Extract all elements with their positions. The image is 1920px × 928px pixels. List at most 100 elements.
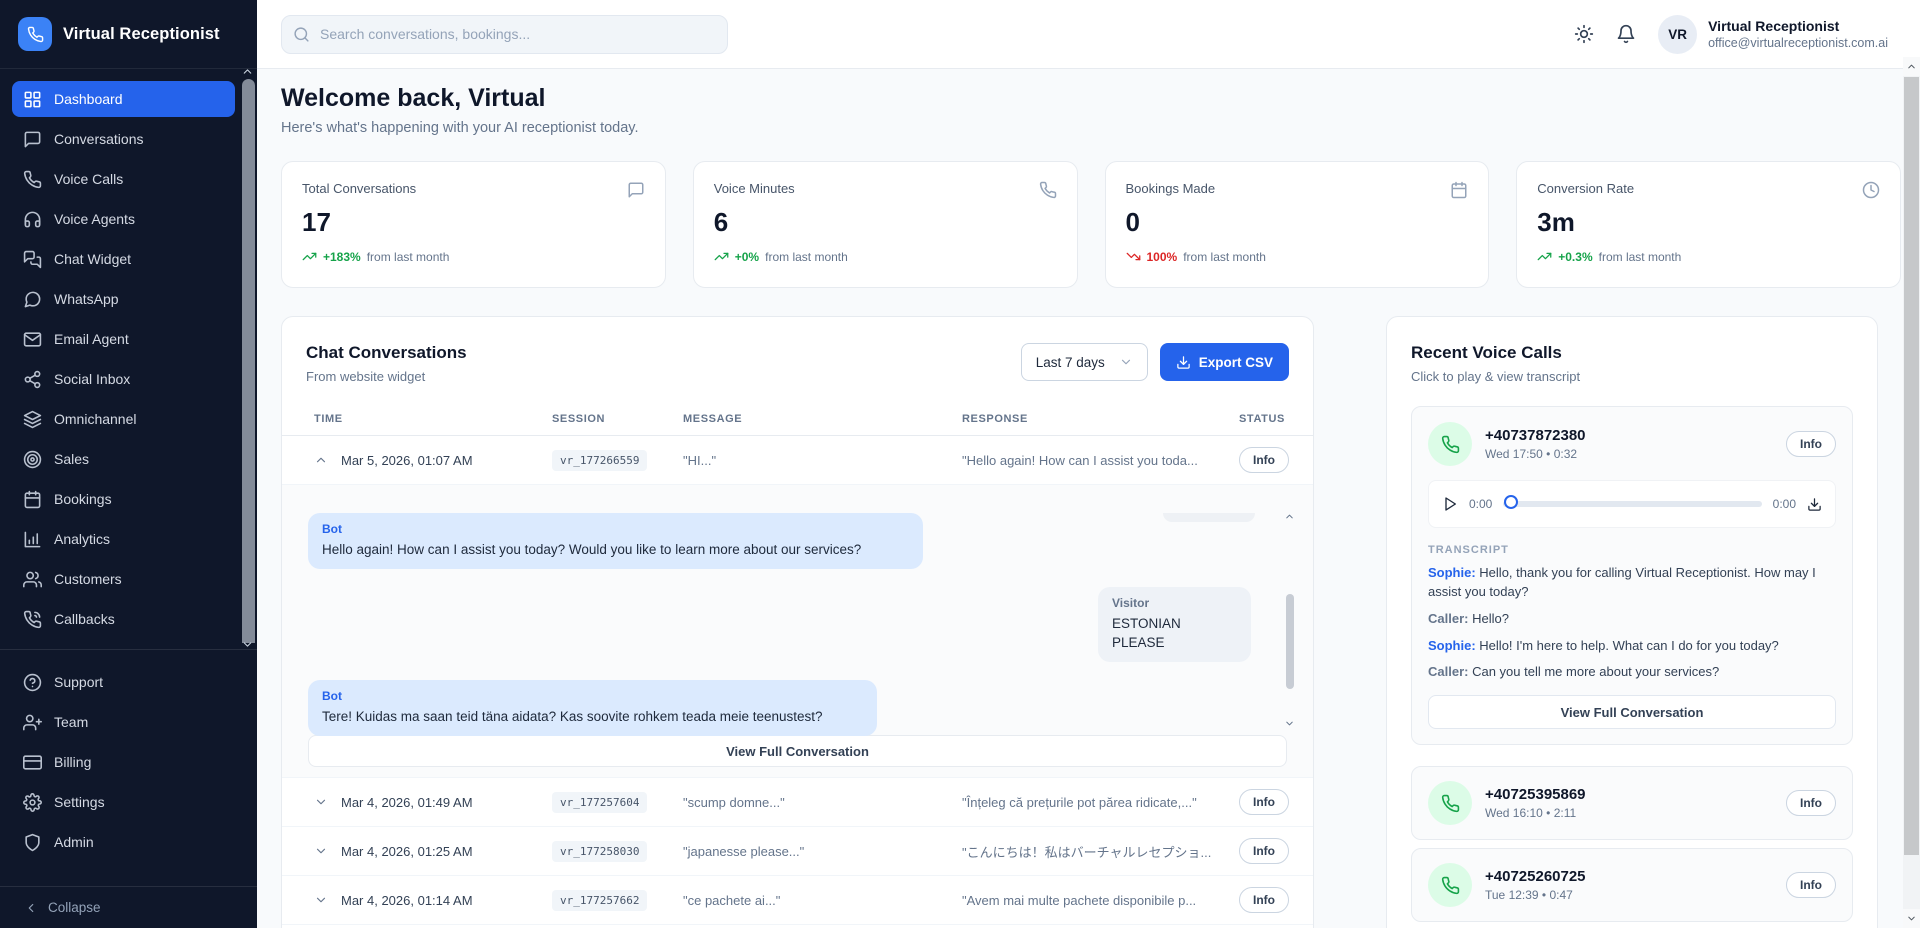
sidebar-item-team[interactable]: Team — [12, 704, 235, 740]
view-full-conversation-button[interactable]: View Full Conversation — [308, 735, 1287, 767]
date-range-select[interactable]: Last 7 days — [1021, 343, 1148, 381]
sidebar-header: Virtual Receptionist — [0, 0, 257, 69]
stat-label: Bookings Made — [1126, 181, 1469, 196]
page-subtitle: Here's what's happening with your AI rec… — [281, 120, 1903, 136]
info-button[interactable]: Info — [1239, 789, 1289, 815]
sidebar-item-social-inbox[interactable]: Social Inbox — [12, 361, 235, 397]
shield-icon — [23, 833, 42, 852]
sidebar-item-callbacks[interactable]: Callbacks — [12, 601, 235, 637]
search-input[interactable] — [281, 15, 728, 54]
sidebar: Virtual Receptionist Dashboard Conversat… — [0, 0, 257, 928]
sidebar-item-conversations[interactable]: Conversations — [12, 121, 235, 157]
sidebar-item-whatsapp[interactable]: WhatsApp — [12, 281, 235, 317]
voice-call-card[interactable]: +40725260725 Tue 12:39 • 0:47 Info — [1411, 848, 1853, 922]
remaining-time: 0:00 — [1773, 497, 1796, 511]
sidebar-item-customers[interactable]: Customers — [12, 561, 235, 597]
info-button[interactable]: Info — [1239, 887, 1289, 913]
stat-delta-note: from last month — [765, 250, 848, 264]
view-full-conversation-button[interactable]: View Full Conversation — [1428, 695, 1836, 729]
conversation-scroll-area[interactable]: Bot Hello again! How can I assist you to… — [294, 513, 1301, 725]
page-scroll-up-button[interactable] — [1903, 57, 1920, 76]
user-menu[interactable]: VR Virtual Receptionist office@virtualre… — [1658, 15, 1888, 54]
sidebar-item-label: Conversations — [54, 131, 144, 147]
sidebar-item-billing[interactable]: Billing — [12, 744, 235, 780]
scroll-down-icon[interactable] — [1284, 718, 1295, 729]
stat-card-voice-minutes: Voice Minutes 6 +0% from last month — [693, 161, 1078, 288]
call-meta: Tue 12:39 • 0:47 — [1485, 888, 1586, 902]
sidebar-item-label: Admin — [54, 834, 94, 850]
stats-row: Total Conversations 17 +183% from last m… — [281, 161, 1901, 288]
trend-up-icon — [714, 249, 729, 264]
page-scroll-down-button[interactable] — [1903, 909, 1920, 928]
sidebar-item-settings[interactable]: Settings — [12, 784, 235, 820]
chevron-down-icon — [314, 893, 328, 907]
seek-slider[interactable] — [1503, 501, 1761, 507]
row-message: "ce pachete ai..." — [683, 893, 962, 908]
sidebar-scrollbar-thumb[interactable] — [242, 79, 255, 643]
sidebar-item-label: Customers — [54, 571, 122, 587]
stat-delta-note: from last month — [367, 250, 450, 264]
sidebar-item-email-agent[interactable]: Email Agent — [12, 321, 235, 357]
notifications-button[interactable] — [1616, 24, 1636, 44]
session-badge: vr_177258030 — [552, 841, 647, 862]
target-icon — [23, 450, 42, 469]
row-message: "japanesse please..." — [683, 844, 962, 859]
voice-call-card[interactable]: +40737872380 Wed 17:50 • 0:32 Info 0:00 … — [1411, 406, 1853, 745]
seek-knob[interactable] — [1504, 495, 1518, 509]
session-badge: vr_177257604 — [552, 792, 647, 813]
info-button[interactable]: Info — [1239, 838, 1289, 864]
sidebar-item-support[interactable]: Support — [12, 664, 235, 700]
chat-bubble-icon — [23, 130, 42, 149]
conversation-scrollbar[interactable] — [1283, 513, 1297, 725]
users-icon — [23, 570, 42, 589]
speaker-name: Caller: — [1428, 664, 1468, 679]
brand-name: Virtual Receptionist — [63, 25, 220, 44]
table-row[interactable]: Mar 5, 2026, 01:07 AM vr_177266559 "HI..… — [282, 436, 1313, 485]
sidebar-item-label: WhatsApp — [54, 291, 119, 307]
sidebar-item-omnichannel[interactable]: Omnichannel — [12, 401, 235, 437]
export-csv-button[interactable]: Export CSV — [1160, 343, 1289, 381]
page-scrollbar[interactable] — [1903, 57, 1920, 928]
sidebar-item-sales[interactable]: Sales — [12, 441, 235, 477]
info-button[interactable]: Info — [1239, 447, 1289, 473]
sidebar-item-admin[interactable]: Admin — [12, 824, 235, 860]
visitor-message-bubble: Visitor ESTONIAN PLEASE — [1098, 587, 1251, 662]
table-row[interactable]: Mar 4, 2026, 01:25 AM vr_177258030 "japa… — [282, 827, 1313, 876]
row-message: "scump domne..." — [683, 795, 962, 810]
stat-delta: 100% from last month — [1126, 249, 1469, 264]
bubble-text: Tere! Kuidas ma saan teid täna aidata? K… — [322, 708, 863, 727]
call-phone-icon — [1428, 863, 1472, 907]
headphones-icon — [23, 210, 42, 229]
gear-icon — [23, 793, 42, 812]
theme-toggle-button[interactable] — [1574, 24, 1594, 44]
download-button[interactable] — [1807, 497, 1822, 512]
conversation-scrollbar-thumb[interactable] — [1286, 594, 1294, 689]
sidebar-item-bookings[interactable]: Bookings — [12, 481, 235, 517]
sidebar-item-label: Social Inbox — [54, 371, 130, 387]
user-plus-icon — [23, 713, 42, 732]
info-button[interactable]: Info — [1786, 790, 1836, 816]
bubble-role: Visitor — [1112, 596, 1237, 610]
bubble-role: Bot — [322, 689, 863, 703]
sidebar-item-analytics[interactable]: Analytics — [12, 521, 235, 557]
table-row[interactable]: Mar 4, 2026, 01:14 AM vr_177257662 "ce p… — [282, 876, 1313, 925]
play-button[interactable] — [1442, 496, 1458, 512]
chat-panel-title: Chat Conversations — [306, 343, 467, 363]
page-scrollbar-thumb[interactable] — [1904, 77, 1919, 855]
stat-delta-value: +183% — [323, 250, 361, 264]
calendar-icon — [23, 490, 42, 509]
sidebar-item-voice-agents[interactable]: Voice Agents — [12, 201, 235, 237]
info-button[interactable]: Info — [1786, 431, 1836, 457]
chat-bubble-icon — [627, 181, 645, 199]
sidebar-item-dashboard[interactable]: Dashboard — [12, 81, 235, 117]
collapse-button[interactable]: Collapse — [24, 900, 233, 915]
voice-call-card[interactable]: +40725395869 Wed 16:10 • 2:11 Info — [1411, 766, 1853, 840]
table-row[interactable]: Mar 4, 2026, 01:49 AM vr_177257604 "scum… — [282, 778, 1313, 827]
voice-panel-title: Recent Voice Calls — [1411, 343, 1853, 363]
sidebar-scroll-up-icon[interactable] — [241, 65, 254, 78]
info-button[interactable]: Info — [1786, 872, 1836, 898]
scroll-up-icon[interactable] — [1284, 511, 1295, 522]
sidebar-scroll-down-icon[interactable] — [241, 638, 254, 651]
sidebar-item-chat-widget[interactable]: Chat Widget — [12, 241, 235, 277]
sidebar-item-voice-calls[interactable]: Voice Calls — [12, 161, 235, 197]
